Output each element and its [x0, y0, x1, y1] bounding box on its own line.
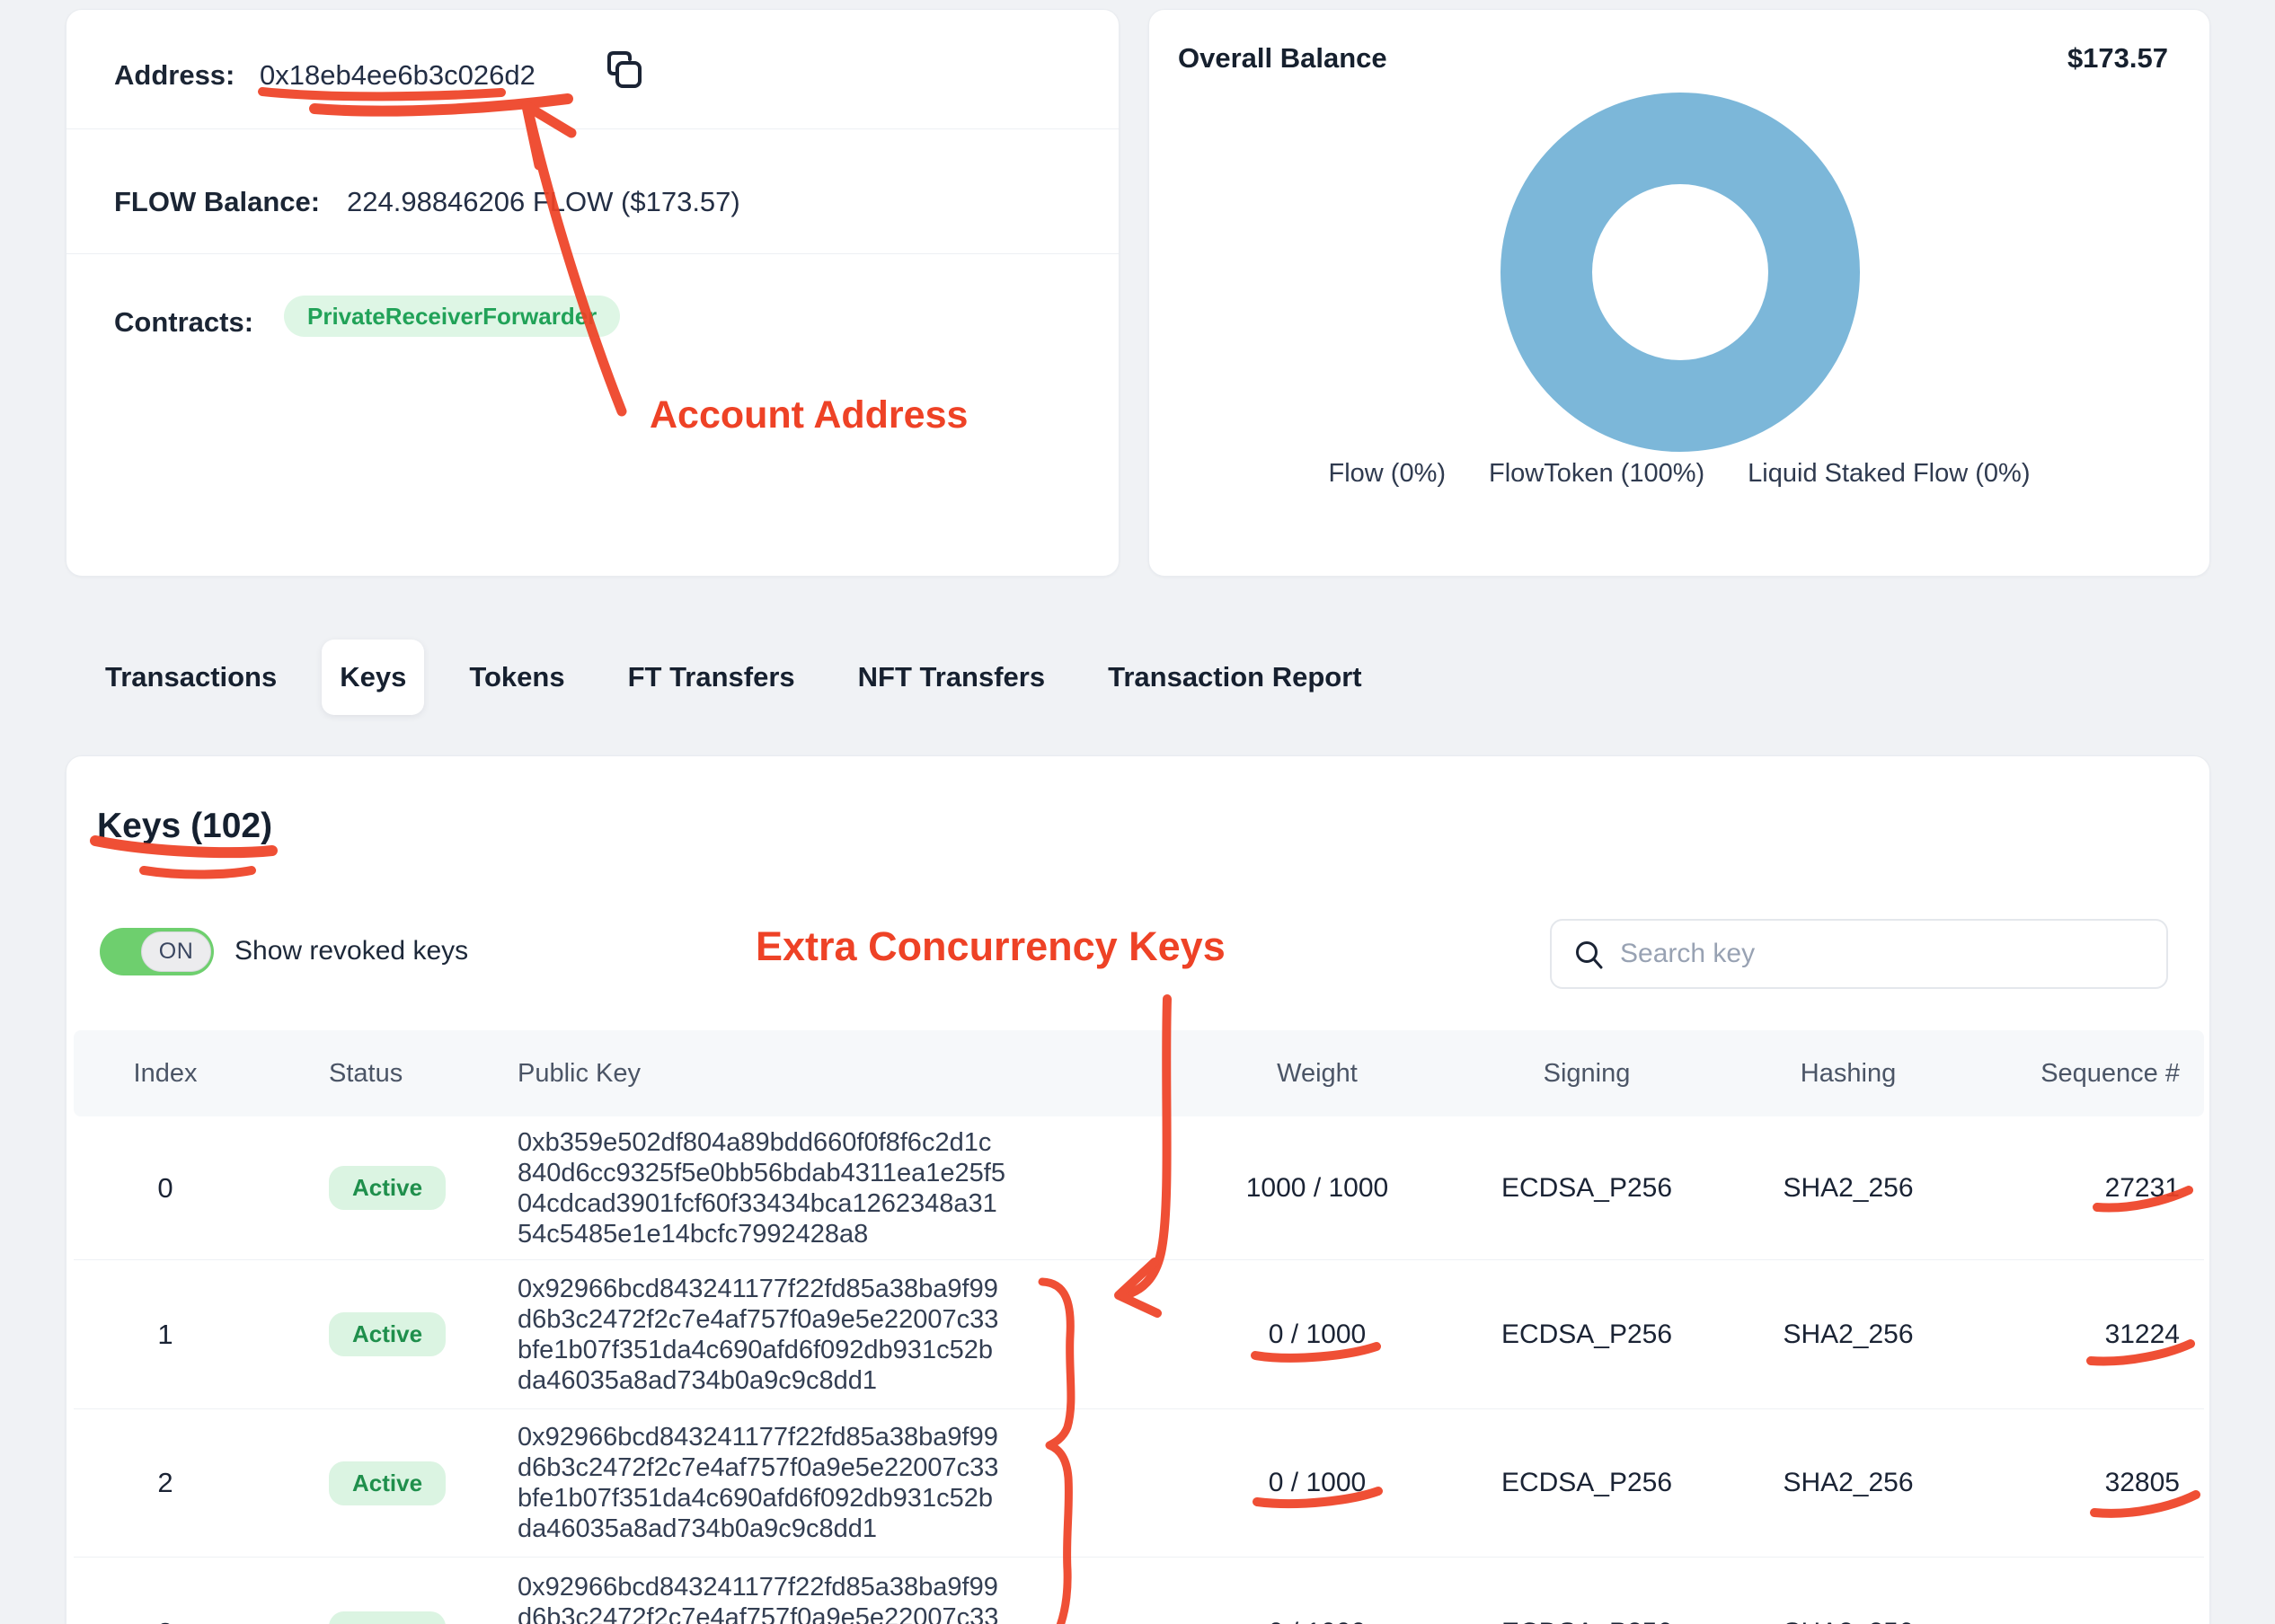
tab-transaction-report[interactable]: Transaction Report	[1090, 640, 1380, 715]
key-index: 0	[93, 1116, 237, 1259]
col-header-sequence: Sequence #	[1910, 1030, 2180, 1116]
key-public-key: 0x92966bcd843241177f22fd85a38ba9f99 d6b3…	[518, 1558, 1057, 1624]
legend-item-flow: Flow (0%)	[1329, 459, 1447, 489]
legend-item-liquid-staked-flow: Liquid Staked Flow (0%)	[1748, 459, 2030, 489]
tab-keys[interactable]: Keys	[322, 640, 424, 715]
key-signing: ECDSA_P256	[1407, 1558, 1766, 1624]
key-signing: ECDSA_P256	[1407, 1260, 1766, 1408]
col-header-public-key: Public Key	[518, 1030, 641, 1116]
key-public-key: 0x92966bcd843241177f22fd85a38ba9f99 d6b3…	[518, 1409, 1057, 1557]
key-public-key: 0xb359e502df804a89bdd660f0f8f6c2d1c 840d…	[518, 1116, 1057, 1259]
flow-balance-label: FLOW Balance:	[114, 186, 320, 218]
account-info-card: Address: 0x18eb4ee6b3c026d2 FLOW Balance…	[66, 9, 1120, 577]
keys-card: Keys (102) ON Show revoked keys Index St…	[66, 755, 2210, 1624]
key-index: 1	[93, 1260, 237, 1408]
flow-balance-value: 224.98846206 FLOW ($173.57)	[347, 186, 740, 218]
tab-tokens[interactable]: Tokens	[451, 640, 582, 715]
balance-donut-chart	[1500, 93, 1860, 452]
show-revoked-keys-label: Show revoked keys	[235, 936, 468, 966]
col-header-signing: Signing	[1407, 1030, 1766, 1116]
toggle-knob: ON	[141, 931, 211, 972]
tab-nft-transfers[interactable]: NFT Transfers	[840, 640, 1063, 715]
divider	[66, 253, 1119, 254]
key-sequence: 31224	[1910, 1260, 2180, 1408]
key-index: 3	[93, 1558, 237, 1624]
table-row: 3 Active 0x92966bcd843241177f22fd85a38ba…	[74, 1557, 2204, 1624]
key-signing: ECDSA_P256	[1407, 1116, 1766, 1259]
account-tabs: Transactions Keys Tokens FT Transfers NF…	[87, 640, 1380, 715]
key-status: Active	[329, 1116, 446, 1259]
table-row: 0 Active 0xb359e502df804a89bdd660f0f8f6c…	[74, 1116, 2204, 1259]
status-badge: Active	[329, 1166, 446, 1210]
keys-table-header: Index Status Public Key Weight Signing H…	[74, 1030, 2204, 1116]
status-badge: Active	[329, 1611, 446, 1624]
table-row: 2 Active 0x92966bcd843241177f22fd85a38ba…	[74, 1408, 2204, 1557]
col-header-status: Status	[329, 1030, 403, 1116]
key-sequence: 27231	[1910, 1116, 2180, 1259]
balance-total: $173.57	[2067, 42, 2168, 75]
key-sequence: 32805	[1910, 1409, 2180, 1557]
address-value: 0x18eb4ee6b3c026d2	[260, 59, 536, 92]
contracts-label: Contracts:	[114, 306, 253, 339]
keys-section-title: Keys (102)	[97, 807, 272, 846]
divider	[66, 128, 1119, 129]
address-label: Address:	[114, 59, 235, 92]
key-index: 2	[93, 1409, 237, 1557]
search-key-input[interactable]	[1552, 921, 2166, 987]
col-header-index: Index	[93, 1030, 237, 1116]
key-sequence	[1910, 1558, 2180, 1624]
key-signing: ECDSA_P256	[1407, 1409, 1766, 1557]
status-badge: Active	[329, 1461, 446, 1505]
table-row: 1 Active 0x92966bcd843241177f22fd85a38ba…	[74, 1259, 2204, 1408]
key-public-key: 0x92966bcd843241177f22fd85a38ba9f99 d6b3…	[518, 1260, 1057, 1408]
contract-badge[interactable]: PrivateReceiverForwarder	[284, 296, 620, 337]
status-badge: Active	[329, 1312, 446, 1356]
copy-icon	[605, 81, 644, 94]
key-status: Active	[329, 1260, 446, 1408]
account-page: Address: 0x18eb4ee6b3c026d2 FLOW Balance…	[0, 0, 2275, 1624]
key-status: Active	[329, 1558, 446, 1624]
copy-address-button[interactable]	[605, 49, 644, 92]
tab-transactions[interactable]: Transactions	[87, 640, 295, 715]
tab-ft-transfers[interactable]: FT Transfers	[610, 640, 813, 715]
key-search-box	[1550, 919, 2168, 989]
show-revoked-keys-toggle[interactable]: ON	[100, 928, 214, 975]
donut-legend: Flow (0%) FlowToken (100%) Liquid Staked…	[1149, 459, 2209, 489]
legend-item-flowtoken: FlowToken (100%)	[1489, 459, 1704, 489]
overall-balance-card: Overall Balance $173.57 Flow (0%) FlowTo…	[1148, 9, 2210, 577]
key-status: Active	[329, 1409, 446, 1557]
balance-card-title: Overall Balance	[1178, 42, 1387, 75]
